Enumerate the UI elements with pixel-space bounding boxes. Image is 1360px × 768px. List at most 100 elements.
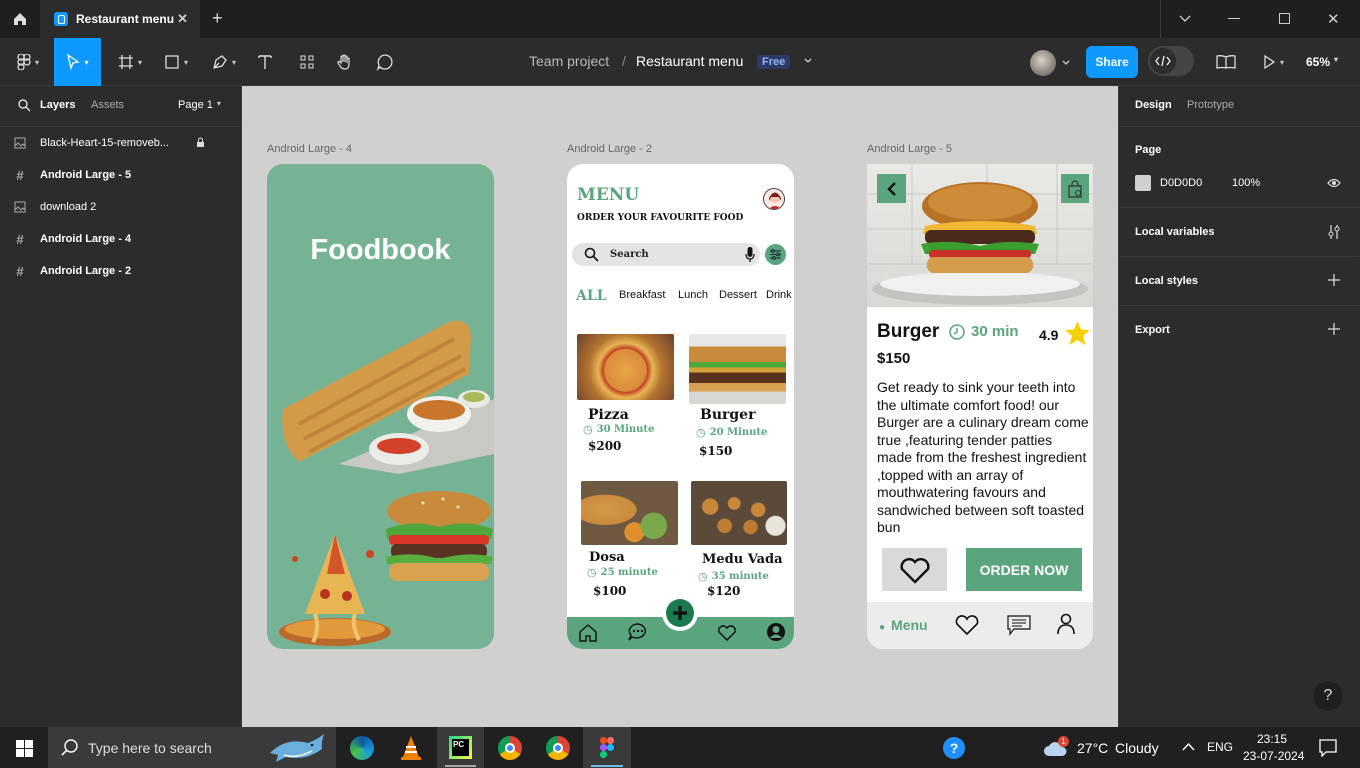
main-menu-button[interactable]: ▾ bbox=[10, 38, 46, 86]
vlc-player-icon[interactable] bbox=[400, 735, 422, 761]
layer-row[interactable]: # Android Large - 4 bbox=[0, 223, 240, 255]
heart-icon[interactable] bbox=[717, 624, 737, 642]
help-app-icon[interactable]: ? bbox=[943, 737, 965, 759]
restore-icon[interactable] bbox=[1279, 13, 1290, 24]
message-icon[interactable] bbox=[1006, 614, 1032, 636]
chevron-down-icon[interactable] bbox=[1178, 11, 1192, 25]
frame-label[interactable]: Android Large - 2 bbox=[567, 143, 652, 155]
text-tool-button[interactable] bbox=[254, 38, 276, 86]
design-canvas[interactable]: Android Large - 4 Android Large - 2 Andr… bbox=[242, 86, 1118, 727]
item-time: ◷ 20 Minute bbox=[696, 426, 767, 439]
move-tool-button[interactable]: ▾ bbox=[54, 38, 101, 86]
tab-layers[interactable]: Layers bbox=[40, 99, 75, 111]
page-color-value[interactable]: D0D0D0 bbox=[1160, 177, 1202, 189]
frame-label[interactable]: Android Large - 5 bbox=[867, 143, 952, 155]
category-drink[interactable]: Drink bbox=[766, 289, 792, 301]
tab-design[interactable]: Design bbox=[1135, 99, 1172, 111]
chrome-profile-icon[interactable] bbox=[546, 736, 570, 760]
heart-icon[interactable] bbox=[954, 613, 980, 637]
chat-icon[interactable] bbox=[627, 622, 649, 642]
favorite-button[interactable] bbox=[882, 548, 947, 591]
frame-label[interactable]: Android Large - 4 bbox=[267, 143, 352, 155]
avatar[interactable] bbox=[763, 188, 785, 210]
language-indicator[interactable]: ENG bbox=[1207, 740, 1233, 754]
profile-icon[interactable] bbox=[1056, 613, 1076, 635]
close-window-icon[interactable]: ✕ bbox=[1327, 10, 1340, 28]
multiplayer-chevron-icon[interactable] bbox=[1061, 58, 1071, 68]
chrome-icon[interactable] bbox=[498, 736, 522, 760]
windows-start-icon[interactable] bbox=[16, 740, 33, 757]
back-button[interactable] bbox=[877, 174, 906, 203]
nav-menu-item[interactable]: ● Menu bbox=[879, 617, 928, 633]
notification-icon[interactable] bbox=[1319, 739, 1337, 757]
layer-row[interactable]: # Android Large - 2 bbox=[0, 255, 240, 287]
cursor-icon bbox=[67, 54, 81, 70]
present-button[interactable]: ▾ bbox=[1262, 55, 1284, 69]
menu-frame[interactable]: MENU ORDER YOUR FAVOURITE FOOD Search AL… bbox=[567, 164, 794, 649]
local-styles-row[interactable]: Local styles bbox=[1119, 257, 1359, 306]
add-button[interactable] bbox=[666, 599, 694, 627]
item-time-text: 35 minute bbox=[711, 571, 769, 582]
resources-button[interactable] bbox=[296, 38, 318, 86]
microphone-icon[interactable] bbox=[745, 247, 755, 263]
help-button[interactable]: ? bbox=[1313, 681, 1343, 711]
layer-row[interactable]: # Android Large - 5 bbox=[0, 159, 240, 191]
export-row[interactable]: Export bbox=[1119, 306, 1359, 355]
share-button[interactable]: Share bbox=[1086, 46, 1138, 78]
pen-tool-button[interactable]: ▾ bbox=[206, 38, 242, 86]
layer-row[interactable]: download 2 bbox=[0, 191, 240, 223]
tab-prototype[interactable]: Prototype bbox=[1187, 99, 1234, 111]
detail-frame[interactable]: Burger 30 min 4.9 $150 Get ready to sink… bbox=[867, 164, 1093, 649]
frame-tool-button[interactable]: ▾ bbox=[112, 38, 148, 86]
zoom-control[interactable]: 65% ▾ bbox=[1306, 55, 1338, 69]
weather-temp[interactable]: 27°C bbox=[1077, 740, 1108, 756]
plus-icon[interactable] bbox=[1328, 323, 1340, 335]
item-time: ◷ 25 minute bbox=[587, 566, 658, 579]
filter-button[interactable] bbox=[765, 244, 786, 265]
edge-browser-icon[interactable] bbox=[350, 736, 374, 760]
lock-icon[interactable] bbox=[196, 137, 205, 148]
order-now-button[interactable]: ORDER NOW bbox=[966, 548, 1082, 591]
file-menu-chevron-icon[interactable] bbox=[803, 56, 813, 66]
search-icon[interactable] bbox=[18, 99, 31, 112]
weather-desc[interactable]: Cloudy bbox=[1115, 740, 1159, 756]
pycharm-taskbar-item[interactable]: PC bbox=[437, 727, 484, 768]
chevron-up-icon[interactable] bbox=[1182, 742, 1195, 751]
local-variables-row[interactable]: Local variables bbox=[1119, 208, 1359, 257]
dev-mode-toggle[interactable] bbox=[1148, 46, 1194, 76]
category-lunch[interactable]: Lunch bbox=[678, 289, 708, 301]
breadcrumb-team[interactable]: Team project bbox=[529, 53, 609, 69]
comment-tool-button[interactable] bbox=[374, 38, 396, 86]
foodbook-frame[interactable]: Foodbook bbox=[267, 164, 494, 649]
minimize-icon[interactable] bbox=[1228, 18, 1240, 19]
page-selector[interactable]: Page 1 ▾ bbox=[178, 99, 221, 111]
category-all[interactable]: ALL bbox=[576, 288, 607, 304]
clock-time[interactable]: 23:15 bbox=[1257, 732, 1287, 746]
clock-date[interactable]: 23-07-2024 bbox=[1243, 749, 1304, 763]
plus-icon[interactable] bbox=[1328, 274, 1340, 286]
file-tab[interactable]: Restaurant menu ✕ bbox=[40, 0, 200, 38]
category-dessert[interactable]: Dessert bbox=[719, 289, 757, 301]
cart-button[interactable] bbox=[1061, 174, 1089, 203]
home-icon[interactable] bbox=[578, 623, 598, 643]
frame-icon: # bbox=[16, 263, 24, 279]
eye-icon[interactable] bbox=[1327, 178, 1341, 188]
library-book-icon[interactable] bbox=[1216, 55, 1236, 69]
profile-icon[interactable] bbox=[766, 622, 786, 642]
avatar[interactable] bbox=[1030, 50, 1056, 76]
page-opacity-value[interactable]: 100% bbox=[1232, 177, 1260, 189]
layer-row[interactable]: Black-Heart-15-removeb... bbox=[0, 127, 240, 159]
page-color-swatch[interactable] bbox=[1135, 175, 1151, 191]
home-icon[interactable] bbox=[0, 0, 40, 38]
new-tab-icon[interactable]: + bbox=[212, 8, 223, 29]
shape-tool-button[interactable]: ▾ bbox=[158, 38, 194, 86]
search-input[interactable]: Search bbox=[572, 243, 760, 266]
file-name[interactable]: Restaurant menu bbox=[636, 53, 743, 69]
taskbar-search-box[interactable]: Type here to search bbox=[48, 727, 336, 768]
close-tab-icon[interactable]: ✕ bbox=[177, 11, 188, 27]
tab-assets[interactable]: Assets bbox=[91, 99, 124, 111]
sliders-icon[interactable] bbox=[1327, 224, 1341, 240]
category-breakfast[interactable]: Breakfast bbox=[619, 289, 665, 301]
hand-tool-button[interactable] bbox=[334, 38, 356, 86]
figma-taskbar-item[interactable] bbox=[583, 727, 631, 768]
